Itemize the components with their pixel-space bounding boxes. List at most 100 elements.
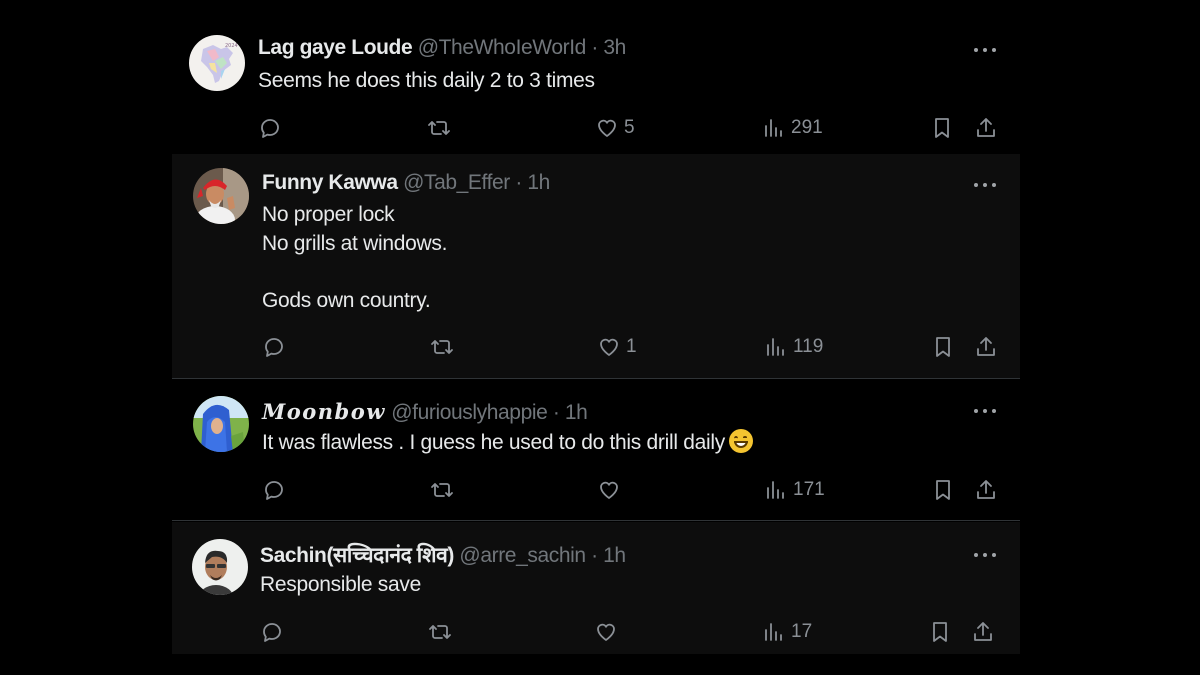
action-bar: 171 bbox=[172, 475, 1020, 505]
bookmark-button[interactable] bbox=[930, 113, 954, 143]
timestamp[interactable]: 1h bbox=[603, 544, 626, 567]
tweet-text: Responsible save bbox=[260, 571, 421, 600]
reply-feed: 2024 Lag gaye Loude @TheWhoIeWorId · 3h … bbox=[0, 0, 1200, 675]
like-count: 5 bbox=[624, 117, 635, 138]
avatar[interactable]: 2024 bbox=[189, 35, 245, 91]
bookmark-button[interactable] bbox=[931, 332, 955, 362]
avatar[interactable] bbox=[193, 396, 249, 452]
bookmark-icon bbox=[935, 118, 949, 138]
tweet-line-text: It was flawless . I guess he used to do … bbox=[262, 431, 725, 454]
views-icon bbox=[765, 119, 782, 137]
man-portrait-avatar-icon bbox=[192, 539, 248, 595]
tweet-header: 𝑴𝒐𝒐𝒏𝒃𝒐𝒘 @furiouslyhappie · 1h bbox=[262, 399, 588, 425]
share-icon bbox=[977, 480, 995, 499]
tweet[interactable]: Sachin(सच्चिदानंद शिव) @arre_sachin · 1h… bbox=[172, 522, 1020, 654]
share-icon bbox=[974, 622, 992, 641]
grinning-face-emoji-icon bbox=[728, 429, 753, 453]
user-handle[interactable]: @TheWhoIeWorId bbox=[418, 36, 587, 59]
divider bbox=[172, 378, 1020, 379]
reply-icon bbox=[263, 623, 281, 642]
bookmark-button[interactable] bbox=[931, 475, 955, 505]
separator: · bbox=[515, 171, 522, 194]
repost-button[interactable] bbox=[430, 475, 454, 505]
tweet[interactable]: Funny Kawwa @Tab_Effer · 1h No proper lo… bbox=[172, 154, 1020, 378]
repost-icon bbox=[431, 483, 453, 497]
tweet-line: Seems he does this daily 2 to 3 times bbox=[258, 69, 595, 92]
tweet-header: Funny Kawwa @Tab_Effer · 1h bbox=[262, 171, 550, 195]
user-handle[interactable]: @Tab_Effer bbox=[403, 171, 510, 194]
like-button[interactable]: 5 bbox=[595, 113, 635, 143]
timestamp[interactable]: 1h bbox=[565, 401, 588, 424]
like-button[interactable] bbox=[597, 475, 621, 505]
user-handle[interactable]: @furiouslyhappie bbox=[391, 401, 548, 424]
reply-button[interactable] bbox=[260, 617, 284, 647]
tweet-text: Seems he does this daily 2 to 3 times bbox=[258, 67, 595, 96]
share-icon bbox=[977, 118, 995, 137]
divider bbox=[172, 520, 1020, 521]
more-icon[interactable] bbox=[974, 407, 996, 415]
share-button[interactable] bbox=[974, 113, 998, 143]
views-button[interactable]: 291 bbox=[762, 113, 823, 143]
avatar[interactable] bbox=[192, 539, 248, 595]
repost-icon bbox=[431, 340, 453, 354]
reply-button[interactable] bbox=[258, 113, 282, 143]
view-count: 171 bbox=[793, 479, 825, 500]
tweet-line: Responsible save bbox=[260, 573, 421, 596]
tweet[interactable]: 𝑴𝒐𝒐𝒏𝒃𝒐𝒘 @furiouslyhappie · 1h It was fla… bbox=[172, 380, 1020, 520]
action-bar: 5 291 bbox=[172, 113, 1020, 143]
more-icon[interactable] bbox=[974, 181, 996, 189]
repost-icon bbox=[428, 121, 450, 135]
like-count: 1 bbox=[626, 336, 637, 357]
man-red-turban-avatar-icon bbox=[193, 168, 249, 224]
tweet-text: No proper lock No grills at windows. God… bbox=[262, 201, 447, 315]
views-icon bbox=[767, 338, 784, 356]
display-name[interactable]: Funny Kawwa bbox=[262, 171, 398, 194]
views-button[interactable]: 171 bbox=[764, 475, 825, 505]
india-map-avatar-icon: 2024 bbox=[189, 35, 245, 91]
tweet-line: It was flawless . I guess he used to do … bbox=[262, 429, 753, 458]
user-handle[interactable]: @arre_sachin bbox=[459, 544, 586, 567]
tweet-line: Gods own country. bbox=[262, 288, 431, 312]
action-bar: 17 bbox=[172, 617, 1020, 647]
view-count: 291 bbox=[791, 117, 823, 138]
like-button[interactable]: 1 bbox=[597, 332, 637, 362]
reply-button[interactable] bbox=[262, 332, 286, 362]
separator: · bbox=[591, 36, 598, 59]
reply-icon bbox=[265, 338, 283, 357]
repost-button[interactable] bbox=[427, 113, 451, 143]
tweet-header: Lag gaye Loude @TheWhoIeWorId · 3h bbox=[258, 36, 626, 60]
avatar[interactable] bbox=[193, 168, 249, 224]
more-icon[interactable] bbox=[974, 551, 996, 559]
views-button[interactable]: 119 bbox=[764, 332, 823, 362]
views-button[interactable]: 17 bbox=[762, 617, 812, 647]
bookmark-icon bbox=[933, 622, 947, 642]
tweet[interactable]: 2024 Lag gaye Loude @TheWhoIeWorId · 3h … bbox=[172, 18, 1020, 152]
views-icon bbox=[765, 623, 782, 641]
display-name[interactable]: 𝑴𝒐𝒐𝒏𝒃𝒐𝒘 bbox=[262, 399, 386, 424]
like-button[interactable] bbox=[594, 617, 618, 647]
tweet-line: No grills at windows. bbox=[262, 231, 448, 255]
timestamp[interactable]: 3h bbox=[603, 36, 626, 59]
bookmark-icon bbox=[936, 480, 950, 500]
timestamp[interactable]: 1h bbox=[527, 171, 550, 194]
share-icon bbox=[977, 337, 995, 356]
share-button[interactable] bbox=[974, 475, 998, 505]
display-name[interactable]: Sachin(सच्चिदानंद शिव) bbox=[260, 544, 454, 567]
reply-button[interactable] bbox=[262, 475, 286, 505]
bookmark-button[interactable] bbox=[928, 617, 952, 647]
tweet-text: It was flawless . I guess he used to do … bbox=[262, 429, 753, 458]
tweet-line: No proper lock bbox=[262, 203, 395, 226]
bookmark-icon bbox=[936, 337, 950, 357]
repost-button[interactable] bbox=[430, 332, 454, 362]
separator: · bbox=[591, 544, 598, 567]
heart-icon bbox=[598, 119, 616, 137]
display-name[interactable]: Lag gaye Loude bbox=[258, 36, 413, 59]
more-icon[interactable] bbox=[974, 46, 996, 54]
repost-button[interactable] bbox=[428, 617, 452, 647]
share-button[interactable] bbox=[971, 617, 995, 647]
views-icon bbox=[767, 481, 784, 499]
action-bar: 1 119 bbox=[172, 332, 1020, 362]
tweet-line-blank bbox=[262, 258, 447, 287]
heart-icon bbox=[600, 338, 618, 356]
share-button[interactable] bbox=[974, 332, 998, 362]
